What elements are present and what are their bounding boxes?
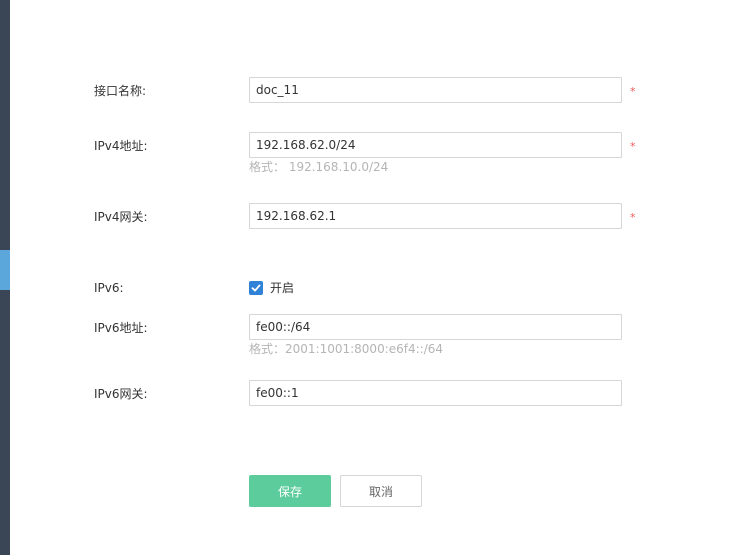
ipv4-address-label: IPv4地址: (94, 139, 148, 153)
sidebar-active-indicator (0, 250, 10, 290)
ipv4-address-input[interactable] (249, 132, 622, 158)
interface-name-label: 接口名称: (94, 84, 147, 98)
ipv4-address-required-mark: * (630, 140, 636, 153)
save-button[interactable]: 保存 (249, 475, 331, 507)
ipv6-gateway-input[interactable] (249, 380, 622, 406)
ipv6-enable-label[interactable]: 开启 (270, 280, 294, 296)
ipv6-address-input[interactable] (249, 314, 622, 340)
ipv4-address-format-hint: 格式： 192.168.10.0/24 (249, 160, 389, 174)
ipv4-gateway-required-mark: * (630, 211, 636, 224)
checkmark-icon (251, 284, 261, 292)
ipv6-gateway-label: IPv6网关: (94, 387, 148, 401)
ipv6-address-format-hint: 格式：2001:1001:8000:e6f4::/64 (249, 342, 444, 356)
interface-name-input[interactable] (249, 77, 622, 103)
interface-name-required-mark: * (630, 85, 636, 98)
ipv4-gateway-input[interactable] (249, 203, 622, 229)
ipv4-gateway-label: IPv4网关: (94, 210, 148, 224)
ipv6-label: IPv6: (94, 281, 124, 295)
ipv6-enable-checkbox[interactable] (249, 281, 263, 295)
ipv6-address-label: IPv6地址: (94, 321, 148, 335)
cancel-button[interactable]: 取消 (340, 475, 422, 507)
